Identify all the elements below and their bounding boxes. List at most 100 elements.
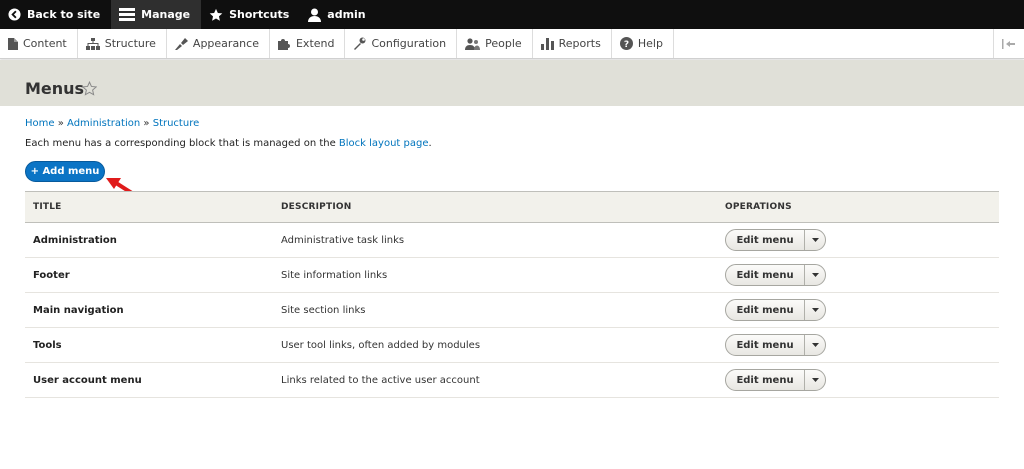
menu-title-cell: Tools (25, 327, 273, 363)
table-header-row: TITLE DESCRIPTION OPERATIONS (25, 191, 999, 223)
edit-menu-button[interactable]: Edit menu (726, 265, 805, 285)
edit-menu-button[interactable]: Edit menu (726, 370, 805, 390)
caret-down-icon (811, 308, 819, 312)
menu-title-cell: Administration (25, 222, 273, 258)
description-text: Each menu has a corresponding block that… (25, 138, 339, 149)
tray-item-appearance[interactable]: Appearance (167, 29, 270, 58)
page-header: Menus (0, 60, 1024, 106)
menu-title-cell: User account menu (25, 362, 273, 398)
table-row: Administration Administrative task links… (25, 222, 999, 258)
hamburger-icon (119, 8, 136, 21)
menu-description-cell: User tool links, often added by modules (273, 327, 717, 363)
breadcrumb-home-link[interactable]: Home (25, 118, 55, 129)
block-layout-link[interactable]: Block layout page (339, 138, 429, 149)
tray-item-label: Structure (104, 37, 156, 50)
edit-menu-dropbutton: Edit menu (725, 264, 826, 286)
breadcrumb-structure-link[interactable]: Structure (153, 118, 200, 129)
shortcut-star-icon[interactable] (82, 81, 97, 96)
tray-item-label: Configuration (371, 37, 447, 50)
page-description: Each menu has a corresponding block that… (25, 138, 432, 149)
user-label: admin (327, 8, 366, 21)
admin-tray: Content Structure Appearance Extend Conf… (0, 29, 1024, 59)
operations-cell: Edit menu (717, 292, 999, 328)
column-header-title: TITLE (25, 191, 273, 223)
operations-dropdown-toggle[interactable] (805, 300, 825, 320)
caret-down-icon (811, 343, 819, 347)
table-row: Main navigation Site section links Edit … (25, 292, 999, 328)
tray-item-label: Reports (558, 37, 601, 50)
svg-text:?: ? (624, 40, 629, 50)
tray-item-help[interactable]: ? Help (612, 29, 674, 58)
tray-item-label: Extend (295, 37, 335, 50)
edit-menu-dropbutton: Edit menu (725, 334, 826, 356)
operations-dropdown-toggle[interactable] (805, 265, 825, 285)
user-icon (308, 8, 322, 22)
operations-dropdown-toggle[interactable] (805, 370, 825, 390)
tray-orientation-toggle[interactable] (993, 29, 1024, 58)
tray-item-people[interactable]: People (457, 29, 533, 58)
menu-description-cell: Site section links (273, 292, 717, 328)
tray-item-label: People (485, 37, 522, 50)
edit-menu-dropbutton: Edit menu (725, 299, 826, 321)
tray-item-label: Appearance (192, 37, 259, 50)
admin-toolbar: Back to site Manage Shortcuts admin (0, 0, 1024, 29)
brush-icon (174, 37, 188, 50)
sitemap-icon (85, 37, 100, 50)
help-icon: ? (619, 37, 633, 50)
document-icon (8, 37, 18, 50)
puzzle-icon (277, 38, 290, 50)
page-title: Menus (25, 79, 85, 98)
manage-tab[interactable]: Manage (111, 0, 202, 29)
tray-item-structure[interactable]: Structure (78, 29, 167, 58)
edit-menu-button[interactable]: Edit menu (726, 300, 805, 320)
menu-description-cell: Site information links (273, 257, 717, 293)
caret-down-icon (811, 273, 819, 277)
table-row: Footer Site information links Edit menu (25, 257, 999, 293)
tray-item-reports[interactable]: Reports (533, 29, 612, 58)
back-to-site-link[interactable]: Back to site (0, 0, 111, 29)
breadcrumb: Home » Administration » Structure (25, 118, 199, 129)
description-suffix: . (428, 138, 432, 149)
edit-menu-dropbutton: Edit menu (725, 369, 826, 391)
menu-title-cell: Footer (25, 257, 273, 293)
menu-description-cell: Links related to the active user account (273, 362, 717, 398)
breadcrumb-separator: » (143, 118, 150, 129)
edit-menu-button[interactable]: Edit menu (726, 335, 805, 355)
bar-chart-icon (540, 37, 554, 50)
operations-cell: Edit menu (717, 327, 999, 363)
shortcuts-tab[interactable]: Shortcuts (201, 0, 300, 29)
tray-item-label: Content (23, 37, 67, 50)
operations-cell: Edit menu (717, 257, 999, 293)
menu-description-cell: Administrative task links (273, 222, 717, 258)
caret-down-icon (811, 378, 819, 382)
tray-item-configuration[interactable]: Configuration (345, 29, 458, 58)
back-arrow-icon (8, 8, 21, 21)
menus-table: TITLE DESCRIPTION OPERATIONS Administrat… (25, 191, 999, 398)
manage-label: Manage (141, 8, 191, 21)
breadcrumb-administration-link[interactable]: Administration (67, 118, 140, 129)
operations-cell: Edit menu (717, 362, 999, 398)
breadcrumb-separator: » (57, 118, 64, 129)
wrench-icon (354, 37, 366, 50)
operations-cell: Edit menu (717, 222, 999, 258)
edit-menu-button[interactable]: Edit menu (726, 230, 805, 250)
toggle-orientation-icon (1002, 38, 1015, 49)
shortcuts-label: Shortcuts (229, 8, 290, 21)
menu-title-cell: Main navigation (25, 292, 273, 328)
add-menu-button[interactable]: + Add menu (25, 161, 105, 182)
operations-dropdown-toggle[interactable] (805, 335, 825, 355)
edit-menu-dropbutton: Edit menu (725, 229, 826, 251)
tray-item-label: Help (637, 37, 663, 50)
operations-dropdown-toggle[interactable] (805, 230, 825, 250)
tray-item-extend[interactable]: Extend (270, 29, 346, 58)
column-header-description: DESCRIPTION (273, 191, 717, 223)
caret-down-icon (811, 238, 819, 242)
table-row: Tools User tool links, often added by mo… (25, 327, 999, 363)
column-header-operations: OPERATIONS (717, 191, 999, 223)
user-tab[interactable]: admin (300, 0, 376, 29)
people-icon (465, 37, 481, 50)
back-to-site-label: Back to site (27, 8, 101, 21)
star-icon (209, 8, 223, 21)
tray-item-content[interactable]: Content (0, 29, 78, 58)
table-row: User account menu Links related to the a… (25, 362, 999, 398)
